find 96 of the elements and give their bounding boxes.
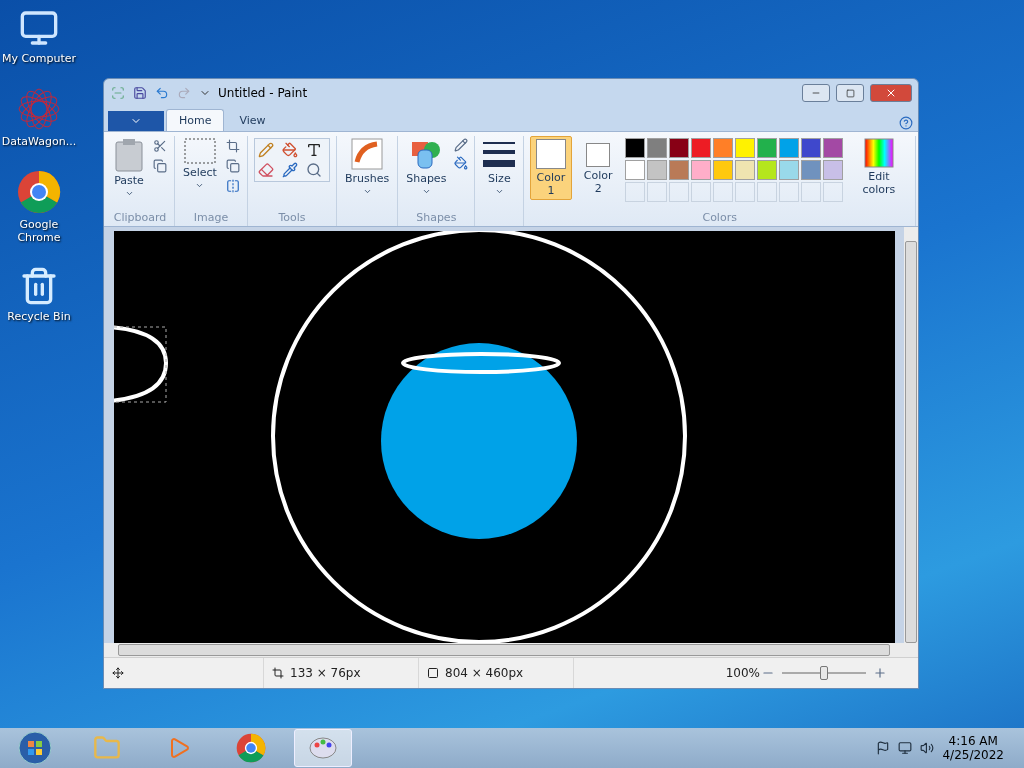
color-swatch[interactable] (822, 138, 843, 158)
empty-swatch (690, 182, 711, 202)
star-burst-icon (17, 87, 61, 131)
caret-icon (362, 187, 372, 196)
cut-icon[interactable] (152, 138, 168, 154)
copy-icon[interactable] (152, 158, 168, 174)
ribbon-tab[interactable]: View (226, 109, 279, 131)
windows-logo (18, 731, 52, 765)
color-swatch[interactable] (800, 160, 821, 180)
plus-icon (873, 666, 887, 680)
fill-icon[interactable] (454, 156, 469, 170)
caret-icon (494, 187, 504, 196)
color-swatch[interactable] (646, 160, 667, 180)
move-icon (112, 667, 124, 679)
chrome-icon (17, 170, 61, 214)
color-swatch[interactable] (756, 138, 777, 158)
maximize-icon (845, 88, 855, 98)
selection-icon (183, 138, 216, 164)
chrome-icon (236, 733, 266, 763)
caret-icon (421, 187, 431, 196)
empty-swatch (734, 182, 755, 202)
color-swatch[interactable] (668, 138, 689, 158)
color-swatch[interactable] (756, 160, 777, 180)
canvas-size-icon (427, 667, 439, 679)
color-swatch[interactable] (690, 160, 711, 180)
folder-icon (93, 734, 121, 762)
clock-date[interactable]: 4/25/2022 (942, 748, 1004, 762)
empty-swatch (778, 182, 799, 202)
group-label: Clipboard (112, 211, 168, 226)
color-swatch[interactable] (712, 160, 733, 180)
network-icon[interactable] (898, 741, 913, 755)
zoom-level: 100% (725, 666, 760, 680)
minimize-button[interactable] (802, 84, 830, 102)
color-swatch[interactable] (668, 160, 689, 180)
color-slot[interactable]: Color 1 (530, 136, 572, 200)
color-swatch[interactable] (690, 138, 711, 158)
color-swatch[interactable] (734, 138, 755, 158)
group-label: Shapes (415, 211, 458, 226)
color-swatch[interactable] (800, 138, 821, 158)
spectrum-icon (863, 138, 894, 168)
group-label: Tools (277, 211, 307, 226)
color-swatch[interactable] (822, 160, 843, 180)
group-label: Image (192, 211, 230, 226)
edit-colors-button[interactable]: Edit colors (848, 136, 909, 198)
close-icon (885, 87, 897, 99)
color-swatch[interactable] (734, 160, 755, 180)
caret-icon (124, 189, 134, 198)
select-button[interactable]: Select (181, 136, 219, 192)
color-swatch[interactable] (624, 138, 645, 158)
empty-swatch (712, 182, 733, 202)
redo-icon[interactable] (176, 85, 192, 101)
save-icon[interactable] (132, 85, 148, 101)
outline-icon[interactable] (454, 138, 469, 152)
caret-icon (195, 181, 205, 190)
zoom-in-button[interactable] (872, 665, 888, 681)
computer-icon (19, 8, 59, 48)
empty-swatch (624, 182, 645, 202)
paste-button[interactable]: Paste (112, 136, 146, 200)
group-label: Colors (701, 211, 738, 226)
brushes-button[interactable]: Brushes (342, 136, 392, 198)
empty-swatch (822, 182, 843, 202)
empty-swatch (756, 182, 777, 202)
color-swatch[interactable] (778, 160, 799, 180)
help-icon[interactable] (898, 115, 914, 131)
empty-swatch (646, 182, 667, 202)
canvas-size: 804 × 460px (445, 666, 524, 680)
window-title: Untitled - Paint (218, 86, 309, 100)
selection-icon (272, 667, 284, 679)
desktop-icon-label[interactable]: DataWagon... (1, 135, 77, 148)
color-swatch[interactable] (624, 160, 645, 180)
size-button[interactable]: Size (481, 136, 518, 198)
maximize-button[interactable] (836, 84, 864, 102)
brush-icon (351, 138, 384, 170)
color-swatch[interactable] (712, 138, 733, 158)
color-swatch[interactable] (646, 138, 667, 158)
shapes-button[interactable]: Shapes (404, 136, 449, 198)
clipboard-icon (114, 138, 144, 172)
color-slot[interactable]: Color 2 (577, 136, 619, 200)
desktop-icon-label[interactable]: My Computer (1, 52, 77, 65)
close-button[interactable] (870, 84, 912, 102)
horizontal-scrollbar[interactable] (104, 643, 904, 657)
empty-swatch (800, 182, 821, 202)
undo-icon[interactable] (154, 85, 170, 101)
desktop-icon-label[interactable]: Google Chrome (1, 218, 77, 244)
clock-time[interactable]: 4:16 AM (948, 734, 998, 748)
selection-size: 133 × 76px (290, 666, 361, 680)
desktop-icon-label[interactable]: Recycle Bin (1, 310, 77, 323)
taskbar-button[interactable] (294, 729, 352, 767)
ribbon-tab[interactable]: Home (166, 109, 225, 131)
empty-swatch (668, 182, 689, 202)
vertical-scrollbar[interactable] (904, 227, 918, 657)
slider-thumb[interactable] (820, 666, 828, 680)
volume-icon[interactable] (920, 741, 935, 755)
crop-icon[interactable] (224, 138, 241, 154)
color-swatch[interactable] (778, 138, 799, 158)
flag-icon[interactable] (876, 741, 891, 755)
